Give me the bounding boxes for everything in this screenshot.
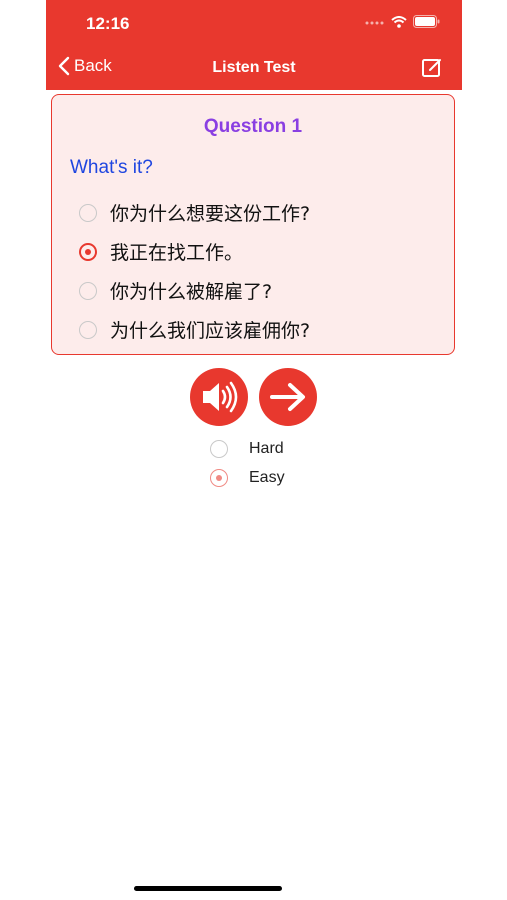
answer-option[interactable]: 你为什么被解雇了?	[79, 277, 272, 304]
cellular-signal-icon	[365, 21, 384, 24]
difficulty-label: Hard	[249, 440, 284, 457]
answer-text: 你为什么被解雇了?	[110, 281, 273, 303]
answer-radio[interactable]	[79, 281, 97, 300]
battery-icon	[413, 15, 440, 28]
difficulty-option-easy[interactable]: Easy	[210, 469, 285, 487]
question-prompt: What's it?	[70, 157, 153, 178]
difficulty-label: Easy	[249, 469, 285, 486]
answer-text: 你为什么想要这份工作?	[110, 203, 311, 225]
difficulty-radio-selected[interactable]	[210, 469, 228, 487]
play-audio-button[interactable]	[190, 368, 248, 426]
answer-option[interactable]: 我正在找工作。	[79, 238, 243, 265]
answer-option[interactable]: 为什么我们应该雇佣你?	[79, 316, 310, 343]
status-icons	[365, 15, 440, 28]
playback-controls	[46, 368, 462, 426]
question-title: Question 1	[203, 116, 303, 137]
speaker-icon	[203, 381, 238, 413]
header-bar: 12:16 Back Listen Test	[46, 0, 462, 90]
difficulty-option-hard[interactable]: Hard	[210, 440, 284, 458]
answer-text: 为什么我们应该雇佣你?	[110, 320, 311, 342]
app-screen: 12:16 Back Listen Test Question 1 What's…	[46, 0, 462, 900]
arrow-right-icon	[270, 383, 305, 411]
answer-radio-selected[interactable]	[79, 242, 97, 261]
difficulty-radio[interactable]	[210, 440, 228, 458]
wifi-icon	[391, 15, 407, 28]
answer-text: 我正在找工作。	[110, 242, 244, 264]
answer-option[interactable]: 你为什么想要这份工作?	[79, 199, 310, 226]
edit-button[interactable]	[420, 56, 444, 80]
answer-radio[interactable]	[79, 320, 97, 339]
home-indicator	[134, 886, 282, 891]
answer-radio[interactable]	[79, 203, 97, 222]
status-time: 12:16	[86, 14, 130, 33]
edit-icon	[422, 59, 441, 77]
page-title: Listen Test	[212, 59, 296, 76]
next-question-button[interactable]	[259, 368, 317, 426]
question-card: Question 1 What's it? 你为什么想要这份工作? 我正在找工作…	[51, 94, 455, 355]
